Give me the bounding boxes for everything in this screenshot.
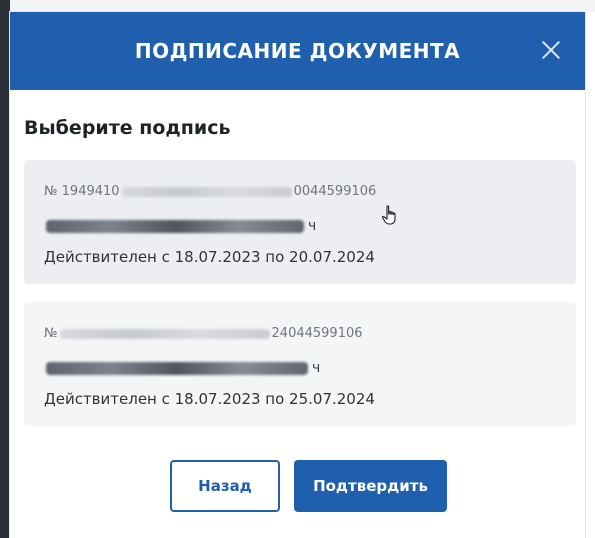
redacted-text <box>59 328 270 339</box>
signature-card[interactable]: № 24044599106 ч Действителен с 18.07.202… <box>24 302 576 426</box>
redacted-text <box>121 186 292 197</box>
confirm-button[interactable]: Подтвердить <box>294 460 447 512</box>
redacted-name <box>46 361 308 375</box>
redacted-name <box>46 219 304 233</box>
select-signature-heading: Выберите подпись <box>24 117 231 139</box>
back-button[interactable]: Назад <box>170 460 280 512</box>
close-icon[interactable] <box>537 36 565 64</box>
certificate-number: № 1949410 0044599106 <box>44 184 377 199</box>
validity-period: Действителен с 18.07.2023 по 20.07.2024 <box>44 248 375 266</box>
certificate-number: № 24044599106 <box>44 326 363 341</box>
background-strip <box>0 0 595 12</box>
hand-pointer-icon <box>381 205 396 225</box>
dialog-title: ПОДПИСАНИЕ ДОКУМЕНТА <box>134 39 461 63</box>
signer-name: ч <box>44 360 320 376</box>
signature-card[interactable]: № 1949410 0044599106 ч Действителен с 18… <box>24 160 576 284</box>
signer-name: ч <box>44 218 316 234</box>
validity-period: Действителен с 18.07.2023 по 25.07.2024 <box>44 390 375 408</box>
window-edge <box>0 0 10 538</box>
dialog-header: ПОДПИСАНИЕ ДОКУМЕНТА <box>10 12 585 90</box>
